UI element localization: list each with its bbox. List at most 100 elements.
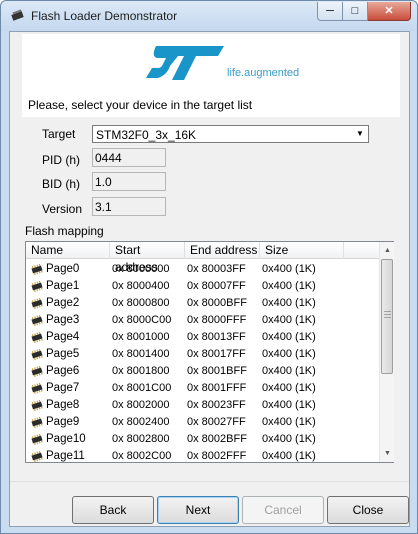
end-address-cell: 0x 80003FF — [187, 263, 246, 275]
cancel-button[interactable]: Cancel — [242, 496, 324, 524]
memory-chip-icon — [29, 263, 45, 276]
page-name-cell: Page4 — [46, 331, 80, 343]
end-address-cell: 0x 80007FF — [187, 280, 246, 292]
close-button[interactable]: Close — [327, 496, 409, 524]
table-row[interactable]: Page10 0x 8002800 0x 8002BFF 0x400 (1K) — [26, 431, 379, 448]
maximize-button[interactable]: □ — [343, 2, 368, 21]
caption-buttons: ─ □ ✕ — [317, 2, 411, 21]
end-address-cell: 0x 80013FF — [187, 331, 246, 343]
tagline: life.augmented — [227, 67, 300, 79]
scrollbar-thumb[interactable]: — — — — [381, 259, 393, 374]
scroll-down-icon[interactable]: ▼ — [380, 445, 395, 462]
vertical-scrollbar[interactable]: ▲ — — — ▼ — [379, 242, 394, 462]
chevron-down-icon[interactable]: ▼ — [354, 128, 366, 140]
start-address-cell: 0x 8002800 — [112, 433, 170, 445]
page-name-cell: Page11 — [46, 450, 85, 462]
page-name-cell: Page0 — [46, 263, 80, 275]
start-address-cell: 0x 8001800 — [112, 365, 170, 377]
end-address-cell: 0x 80023FF — [187, 399, 246, 411]
page-size-cell: 0x400 (1K) — [262, 416, 316, 428]
page-name-cell: Page9 — [46, 416, 80, 428]
minimize-icon: ─ — [326, 5, 334, 17]
memory-chip-icon — [29, 416, 45, 429]
pid-label: PID (h) — [42, 153, 81, 167]
page-size-cell: 0x400 (1K) — [262, 450, 316, 462]
column-header-end-address[interactable]: End address — [185, 242, 260, 259]
end-address-cell: 0x 8001BFF — [187, 365, 247, 377]
st-logo — [146, 46, 224, 80]
title-bar[interactable]: Flash Loader Demonstrator ─ □ ✕ — [1, 1, 417, 31]
start-address-cell: 0x 8002400 — [112, 416, 170, 428]
bid-value: 1.0 — [95, 175, 112, 189]
memory-chip-icon — [29, 433, 45, 446]
table-row[interactable]: Page5 0x 8001400 0x 80017FF 0x400 (1K) — [26, 346, 379, 363]
table-row[interactable]: Page7 0x 8001C00 0x 8001FFF 0x400 (1K) — [26, 380, 379, 397]
dialog-client-area: life.augmented Please, select your devic… — [9, 31, 410, 527]
pid-field: 0444 — [92, 148, 166, 167]
end-address-cell: 0x 8002BFF — [187, 433, 247, 445]
pid-value: 0444 — [95, 151, 122, 165]
page-name-cell: Page10 — [46, 433, 86, 445]
page-name-cell: Page2 — [46, 297, 80, 309]
end-address-cell: 0x 80027FF — [187, 416, 246, 428]
start-address-cell: 0x 8001400 — [112, 348, 170, 360]
memory-chip-icon — [29, 297, 45, 310]
column-header-start-address[interactable]: Start address — [110, 242, 185, 274]
page-size-cell: 0x400 (1K) — [262, 263, 316, 275]
button-bar: Back Next Cancel Close — [10, 481, 409, 526]
bid-field: 1.0 — [92, 172, 166, 191]
app-chip-icon — [11, 9, 24, 21]
table-row[interactable]: Page2 0x 8000800 0x 8000BFF 0x400 (1K) — [26, 295, 379, 312]
close-icon: ✕ — [384, 5, 394, 17]
table-row[interactable]: Page4 0x 8001000 0x 80013FF 0x400 (1K) — [26, 329, 379, 346]
page-size-cell: 0x400 (1K) — [262, 314, 316, 326]
list-rows: Page0 0x 8000000 0x 80003FF 0x400 (1K) Page1… — [26, 261, 379, 462]
close-window-button[interactable]: ✕ — [368, 2, 411, 21]
table-row[interactable]: Page8 0x 8002000 0x 80023FF 0x400 (1K) — [26, 397, 379, 414]
page-name-cell: Page7 — [46, 382, 80, 394]
end-address-cell: 0x 80017FF — [187, 348, 246, 360]
target-select[interactable]: STM32F0_3x_16K ▼ — [92, 125, 369, 143]
flash-mapping-label: Flash mapping — [25, 224, 104, 238]
end-address-cell: 0x 8000FFF — [187, 314, 247, 326]
table-row[interactable]: Page3 0x 8000C00 0x 8000FFF 0x400 (1K) — [26, 312, 379, 329]
page-size-cell: 0x400 (1K) — [262, 433, 316, 445]
next-button[interactable]: Next — [157, 496, 239, 524]
table-row[interactable]: Page11 0x 8002C00 0x 8002FFF 0x400 (1K) — [26, 448, 379, 462]
table-row[interactable]: Page0 0x 8000000 0x 80003FF 0x400 (1K) — [26, 261, 379, 278]
start-address-cell: 0x 8002000 — [112, 399, 170, 411]
page-size-cell: 0x400 (1K) — [262, 297, 316, 309]
column-header-name[interactable]: Name — [26, 242, 110, 259]
page-name-cell: Page5 — [46, 348, 80, 360]
memory-chip-icon — [29, 331, 45, 344]
page-name-cell: Page1 — [46, 280, 80, 292]
page-size-cell: 0x400 (1K) — [262, 382, 316, 394]
table-row[interactable]: Page9 0x 8002400 0x 80027FF 0x400 (1K) — [26, 414, 379, 431]
start-address-cell: 0x 8001C00 — [112, 382, 172, 394]
scroll-up-icon[interactable]: ▲ — [380, 242, 395, 259]
minimize-button[interactable]: ─ — [317, 2, 343, 21]
flash-mapping-list[interactable]: Name Start address End address Size Page… — [25, 241, 394, 463]
page-size-cell: 0x400 (1K) — [262, 280, 316, 292]
table-row[interactable]: Page6 0x 8001800 0x 8001BFF 0x400 (1K) — [26, 363, 379, 380]
memory-chip-icon — [29, 399, 45, 412]
memory-chip-icon — [29, 382, 45, 395]
start-address-cell: 0x 8001000 — [112, 331, 170, 343]
end-address-cell: 0x 8001FFF — [187, 382, 247, 394]
memory-chip-icon — [29, 280, 45, 293]
maximize-icon: □ — [351, 5, 359, 17]
flash-loader-window: Flash Loader Demonstrator ─ □ ✕ life.aug… — [0, 0, 418, 534]
table-row[interactable]: Page1 0x 8000400 0x 80007FF 0x400 (1K) — [26, 278, 379, 295]
memory-chip-icon — [29, 365, 45, 378]
start-address-cell: 0x 8000C00 — [112, 314, 172, 326]
device-prompt: Please, select your device in the target… — [28, 98, 253, 112]
list-header: Name Start address End address Size — [26, 242, 379, 274]
column-header-size[interactable]: Size — [260, 242, 344, 259]
window-title: Flash Loader Demonstrator — [31, 9, 178, 23]
back-button[interactable]: Back — [72, 496, 154, 524]
version-value: 3.1 — [95, 200, 112, 214]
page-size-cell: 0x400 (1K) — [262, 365, 316, 377]
start-address-cell: 0x 8000800 — [112, 297, 170, 309]
page-size-cell: 0x400 (1K) — [262, 331, 316, 343]
start-address-cell: 0x 8000400 — [112, 280, 170, 292]
